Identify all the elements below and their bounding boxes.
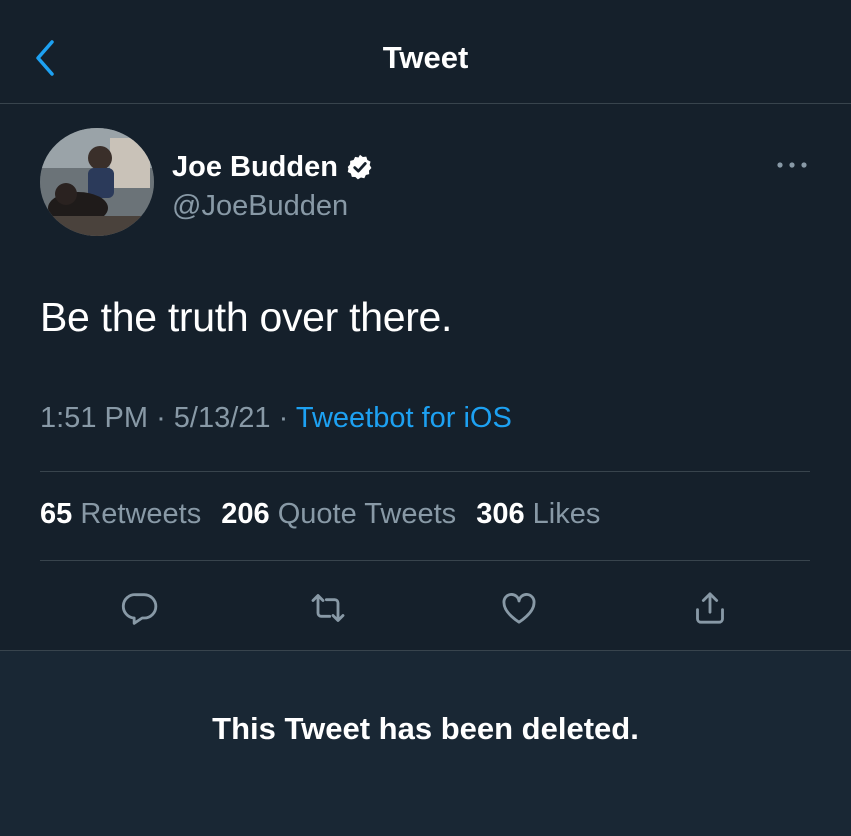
retweet-button[interactable] bbox=[304, 584, 352, 632]
deleted-notice: This Tweet has been deleted. bbox=[212, 711, 639, 746]
display-name[interactable]: Joe Budden bbox=[172, 151, 338, 184]
deleted-notice-area: This Tweet has been deleted. bbox=[0, 650, 851, 836]
tweet-date: 5/13/21 bbox=[173, 402, 271, 434]
likes-count: 306 bbox=[476, 498, 525, 530]
tweet-stats: 65 Retweets 206 Quote Tweets 306 Likes bbox=[40, 498, 612, 531]
more-options-button[interactable] bbox=[772, 154, 812, 176]
meta-separator: · bbox=[278, 402, 289, 434]
retweets-label: Retweets bbox=[80, 498, 202, 530]
tweet-source-link[interactable]: Tweetbot for iOS bbox=[296, 402, 512, 434]
tweet-text: Be the truth over there. bbox=[40, 294, 453, 340]
tweet-time: 1:51 PM bbox=[40, 402, 148, 434]
user-handle[interactable]: @JoeBudden bbox=[172, 190, 348, 223]
avatar-photo bbox=[40, 128, 154, 236]
quote-tweets-stat[interactable]: 206 Quote Tweets bbox=[221, 498, 456, 530]
share-icon bbox=[696, 592, 724, 624]
retweet-icon bbox=[311, 594, 345, 622]
like-icon bbox=[502, 593, 536, 624]
likes-stat[interactable]: 306 Likes bbox=[476, 498, 600, 530]
like-button[interactable] bbox=[495, 584, 543, 632]
quote-tweets-count: 206 bbox=[221, 498, 270, 530]
retweets-count: 65 bbox=[40, 498, 73, 530]
retweets-stat[interactable]: 65 Retweets bbox=[40, 498, 201, 530]
reply-icon bbox=[121, 593, 158, 625]
tweet-metadata: 1:51 PM · 5/13/21 · Tweetbot for iOS bbox=[40, 402, 512, 435]
share-button[interactable] bbox=[686, 584, 734, 632]
divider bbox=[40, 560, 810, 561]
more-dots-icon bbox=[777, 162, 807, 168]
avatar[interactable] bbox=[40, 128, 154, 236]
page-title: Tweet bbox=[382, 40, 469, 75]
author-name-row[interactable]: Joe Budden bbox=[172, 147, 374, 187]
quote-tweets-label: Quote Tweets bbox=[277, 498, 457, 530]
meta-separator: · bbox=[156, 402, 166, 434]
header: Tweet bbox=[0, 0, 851, 104]
verified-badge-icon bbox=[347, 154, 372, 180]
divider bbox=[40, 471, 810, 472]
reply-button[interactable] bbox=[116, 584, 164, 632]
likes-label: Likes bbox=[532, 498, 601, 530]
